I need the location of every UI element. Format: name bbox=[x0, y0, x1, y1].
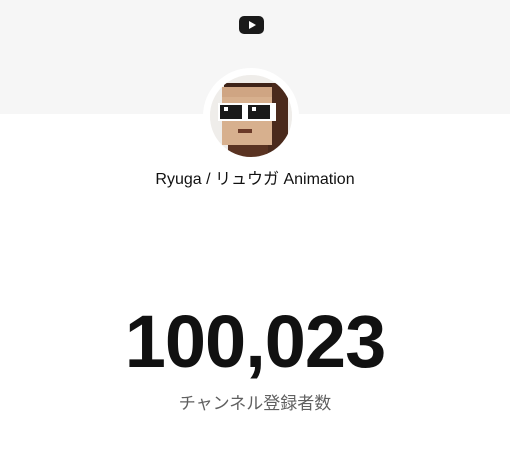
channel-avatar[interactable] bbox=[210, 75, 292, 157]
subscriber-count-label: チャンネル登録者数 bbox=[178, 394, 332, 414]
youtube-logo-icon[interactable] bbox=[239, 16, 264, 34]
subscriber-count: 100,023 bbox=[124, 300, 387, 383]
subscriber-count-page: Ryuga / リュウガ Animation 100,023 チャンネル登録者数 bbox=[0, 0, 510, 451]
minecraft-character-avatar bbox=[210, 75, 292, 157]
channel-name[interactable]: Ryuga / リュウガ Animation bbox=[0, 170, 510, 190]
